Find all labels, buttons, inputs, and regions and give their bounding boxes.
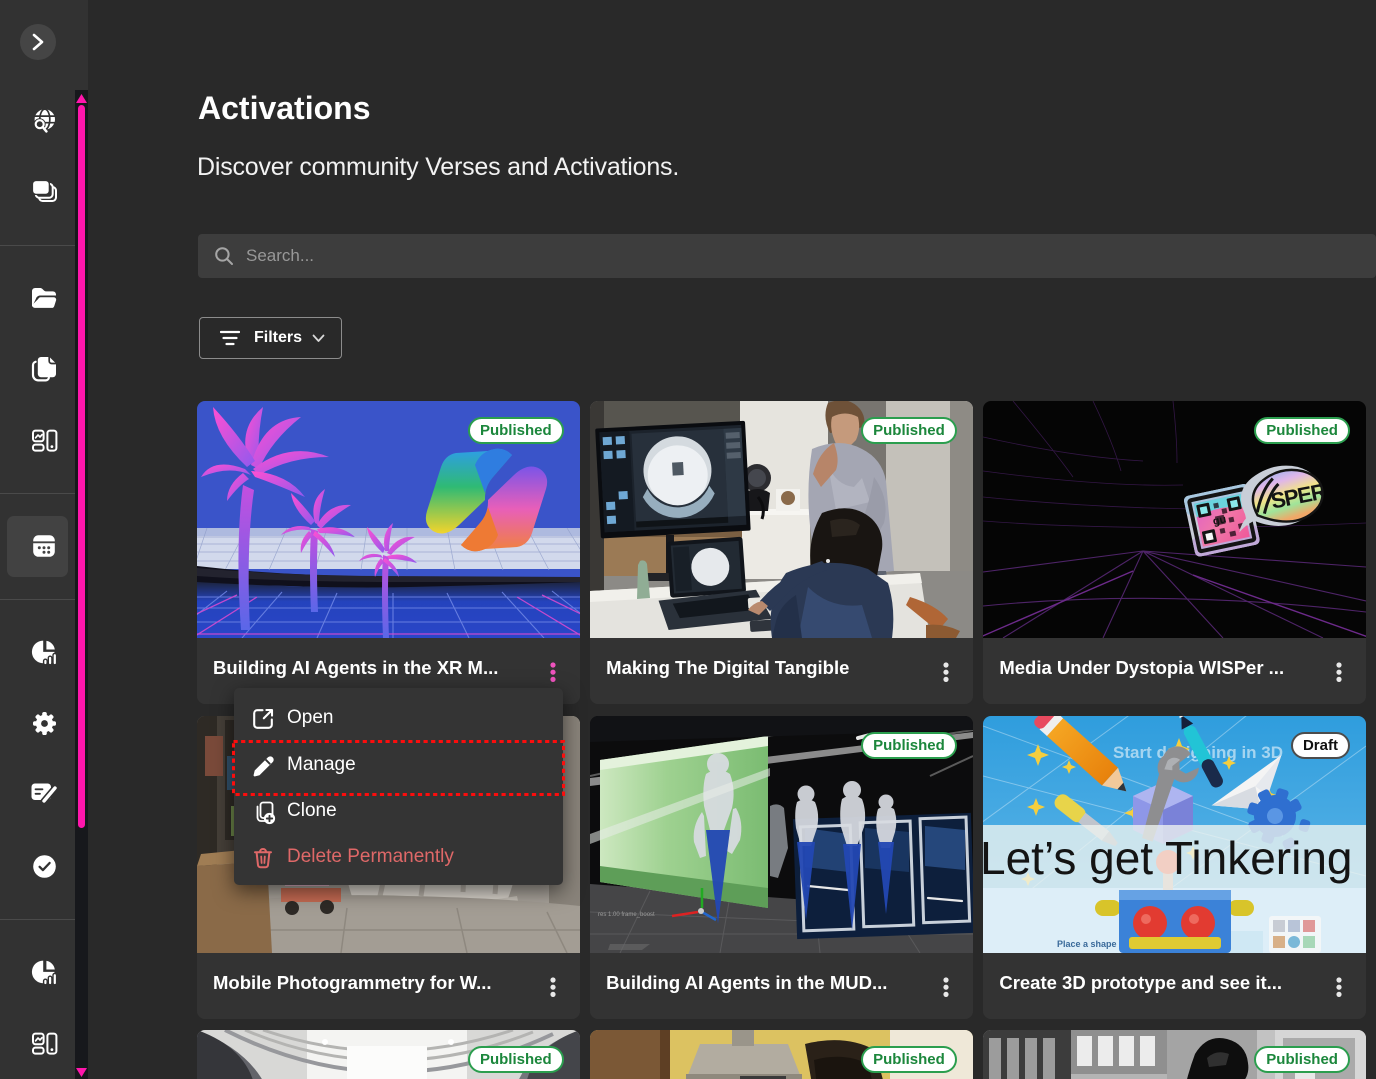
svg-text:res 1.00 frame_boost: res 1.00 frame_boost <box>598 912 655 918</box>
svg-text:Place a shape: Place a shape <box>1057 939 1117 949</box>
svg-text:Let’s get Tinkering: Let’s get Tinkering <box>983 832 1353 884</box>
